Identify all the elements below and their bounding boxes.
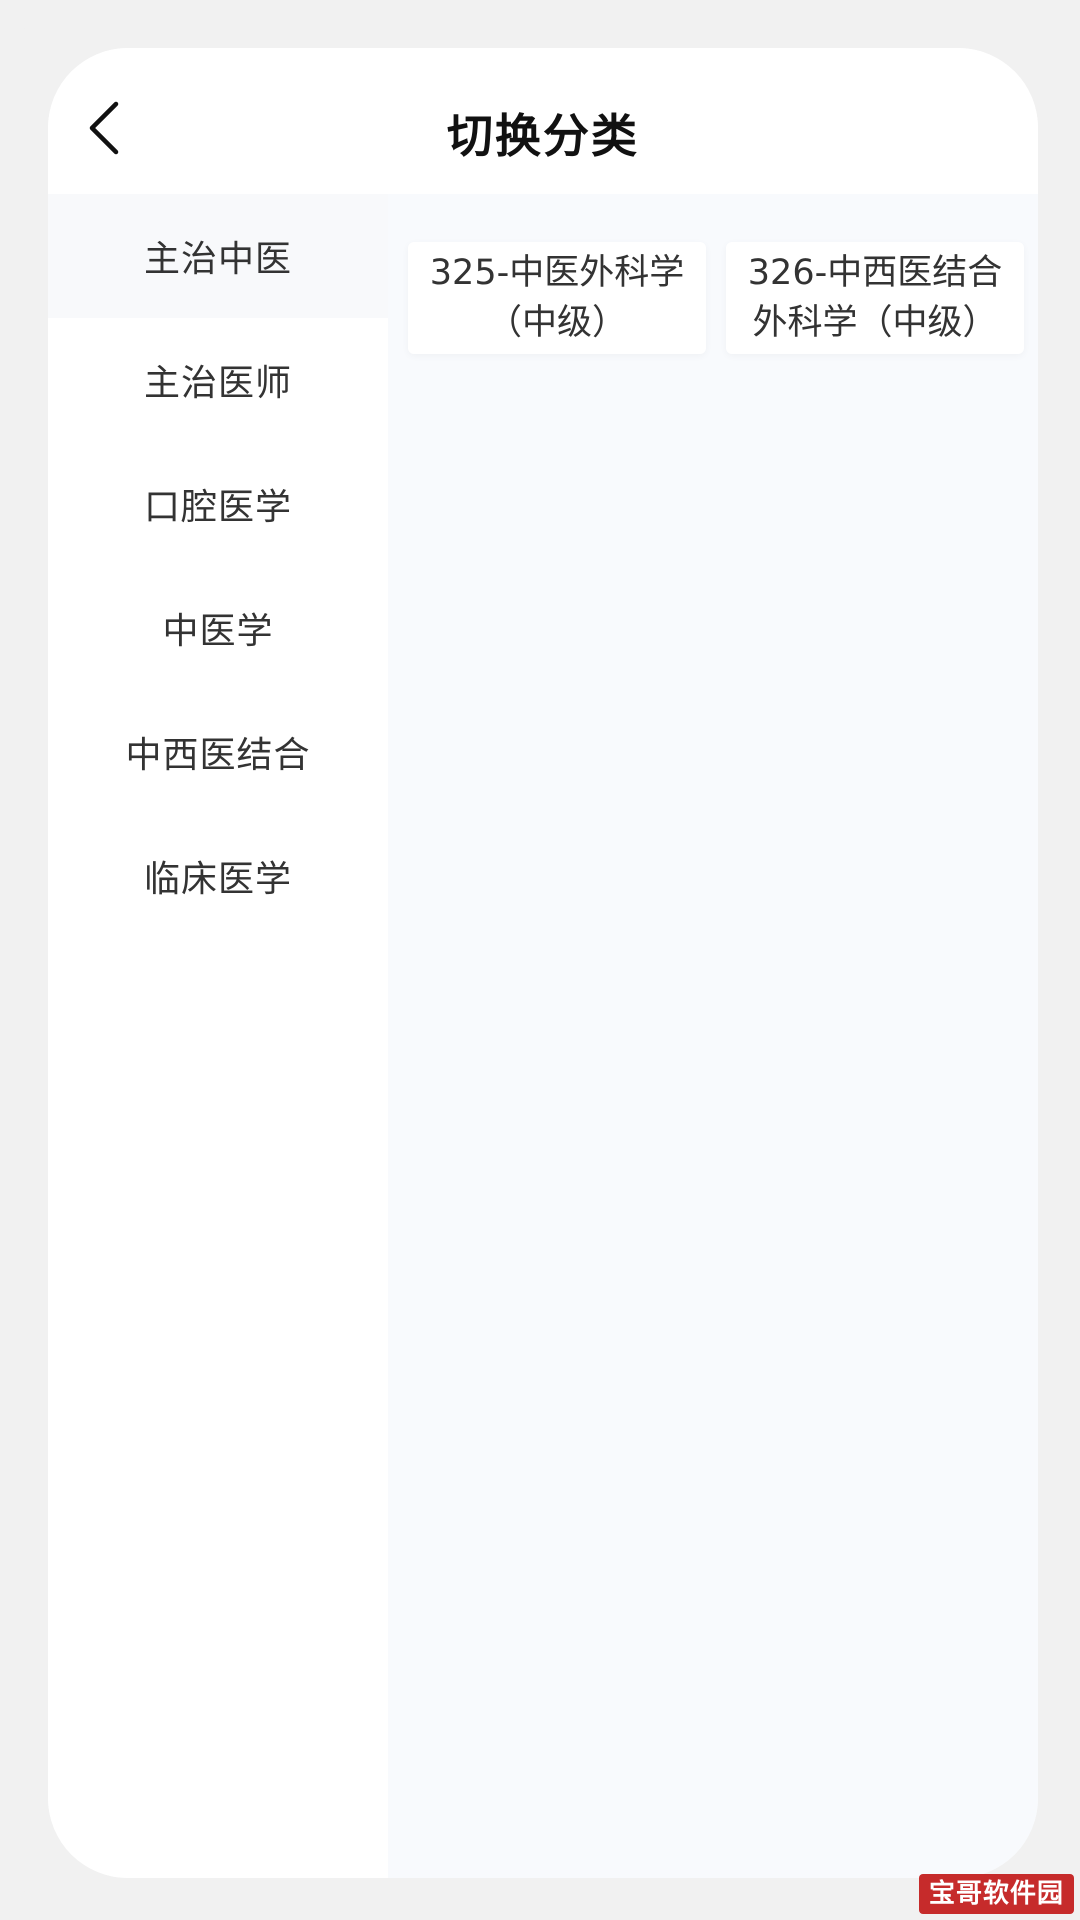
page-title: 切换分类 xyxy=(447,109,639,163)
sidebar-item-label: 临床医学 xyxy=(143,859,292,900)
sidebar-item-clinical-medicine[interactable]: 临床医学 xyxy=(48,814,388,938)
sidebar-item-label: 中医学 xyxy=(162,611,274,652)
sidebar-item-label: 主治中医 xyxy=(143,239,292,280)
sidebar-item-label: 中西医结合 xyxy=(125,735,311,776)
sidebar-item-label: 口腔医学 xyxy=(143,487,292,528)
subject-content: 325-中医外科学（中级） 326-中西医结合外科学（中级） xyxy=(388,194,1038,1878)
sidebar-item-attending-tcm[interactable]: 主治中医 xyxy=(48,194,388,318)
watermark: 宝哥软件园 xyxy=(918,1874,1074,1914)
subject-card-label: 325-中医外科学（中级） xyxy=(429,253,685,343)
sidebar-item-integrated-medicine[interactable]: 中西医结合 xyxy=(48,690,388,814)
category-sidebar: 主治中医 主治医师 口腔医学 中医学 中西医结合 临床医学 xyxy=(48,194,388,1878)
sidebar-item-attending-physician[interactable]: 主治医师 xyxy=(48,318,388,442)
sidebar-item-label: 主治医师 xyxy=(143,363,292,404)
sidebar-item-stomatology[interactable]: 口腔医学 xyxy=(48,442,388,566)
header: 切换分类 xyxy=(48,48,1038,194)
device-frame: 切换分类 主治中医 主治医师 口腔医学 中医学 中西医结合 临床医学 325-中… xyxy=(0,0,1080,1920)
category-body: 主治中医 主治医师 口腔医学 中医学 中西医结合 临床医学 325-中医外科学（… xyxy=(48,194,1038,1878)
subject-card-label: 326-中西医结合外科学（中级） xyxy=(747,253,1003,343)
subject-card-326[interactable]: 326-中西医结合外科学（中级） xyxy=(726,242,1024,354)
sidebar-item-tcm[interactable]: 中医学 xyxy=(48,566,388,690)
subject-card-325[interactable]: 325-中医外科学（中级） xyxy=(408,242,706,354)
app-screen: 切换分类 主治中医 主治医师 口腔医学 中医学 中西医结合 临床医学 325-中… xyxy=(48,48,1038,1878)
